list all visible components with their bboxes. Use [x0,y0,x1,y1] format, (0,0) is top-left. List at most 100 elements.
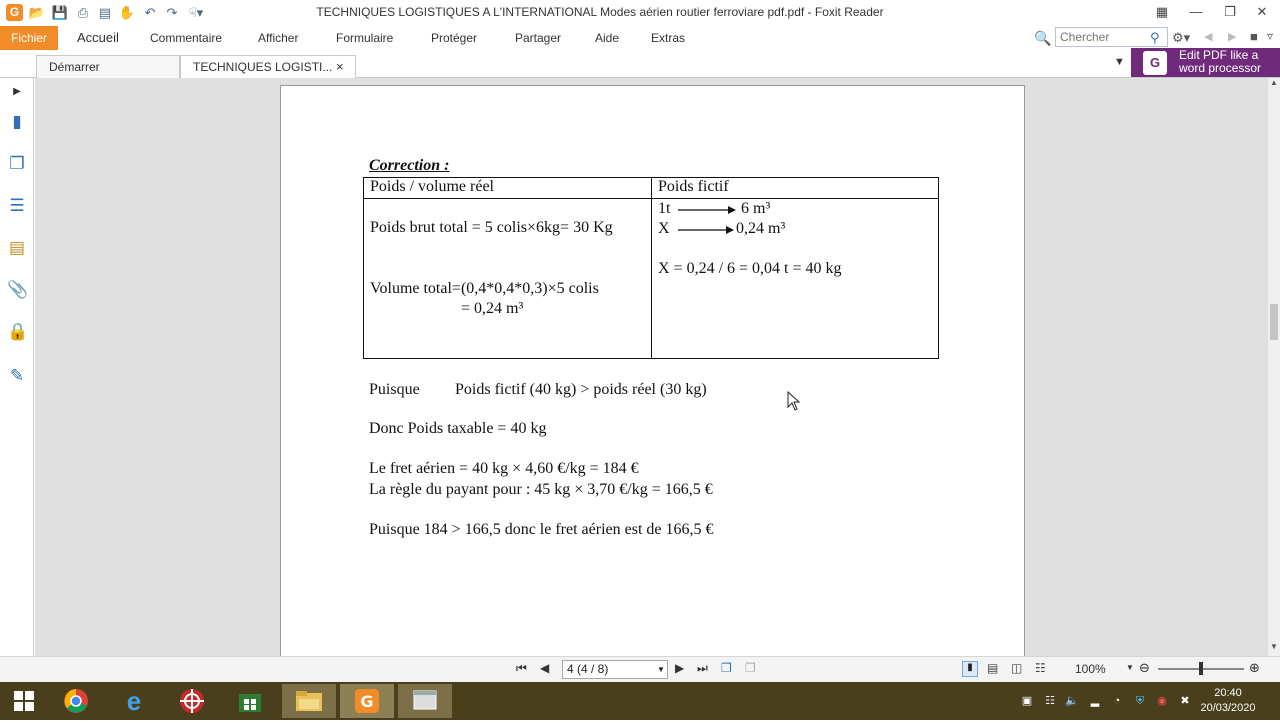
page-number-value: 4 (4 / 8) [567,662,609,676]
store-icon[interactable] [223,684,277,718]
ratio-right-2: 0,24 m³ [736,220,786,237]
tab-demarrer[interactable]: Démarrer [36,55,180,78]
first-page-icon[interactable]: ⏮ [516,661,527,676]
poids-fictif-calc: X = 0,24 / 6 = 0,04 t = 40 kg [658,260,842,277]
poids-taxable-line: Donc Poids taxable = 40 kg [369,420,547,437]
user-icon[interactable]: ■ [1250,29,1264,45]
header-poids-fictif: Poids fictif [651,177,939,199]
ribbon-display-options-icon[interactable]: ▦ [1148,2,1176,22]
security-shield-icon[interactable]: ⛨ [1133,694,1147,708]
internet-explorer-icon[interactable]: e [107,684,161,718]
fret-aerien-line: Le fret aérien = 40 kg × 4,60 €/kg = 184… [369,460,639,477]
close-tab-icon[interactable]: × [336,56,344,78]
tab-formulaire[interactable]: Formulaire [336,26,393,50]
expand-panel-icon[interactable]: ▶ [7,82,27,102]
mouse-cursor-icon [787,391,801,411]
next-view-icon[interactable]: ❐ [745,661,756,675]
tab-afficher[interactable]: Afficher [258,26,298,50]
vertical-scrollbar[interactable]: ▲ ▼ [1267,78,1280,656]
last-page-icon[interactable]: ⏭ [697,661,708,676]
facing-pages-icon[interactable]: ◫ [1011,661,1022,675]
layers-icon[interactable]: ☰ [7,196,27,216]
cell-poids-reel: Poids brut total = 5 colis×6kg= 30 Kg Vo… [363,198,652,359]
page-number-field[interactable]: 4 (4 / 8) ▼ [562,660,668,679]
tab-extras[interactable]: Extras [651,26,685,50]
ribbon-tabs: Fichier Accueil Commentaire Afficher For… [0,26,1280,50]
network-signal-icon[interactable]: ▂ [1088,694,1102,708]
chevron-down-icon[interactable]: ▼ [657,661,665,678]
arrow-icon [678,206,736,214]
settings-icon[interactable]: ⚙▾ [1172,30,1194,46]
bookmark-icon[interactable]: ▮ [7,112,27,132]
navigation-panel: ▶ ▮ ❐ ☰ ▤ 📎 🔒 ✎ [0,78,34,656]
clock-time[interactable]: 20:40 [1206,687,1250,699]
zoom-out-icon[interactable]: ⊖ [1139,660,1150,676]
search-icon[interactable]: ⚲ [1150,30,1166,46]
next-icon[interactable]: ▶ [1228,30,1240,46]
tab-fichier[interactable]: Fichier [0,26,58,50]
tab-aide[interactable]: Aide [595,26,619,50]
continuous-facing-icon[interactable]: ☷ [1035,661,1046,675]
zoom-level[interactable]: 100% [1075,662,1106,676]
attachment-icon[interactable]: 📎 [7,280,28,300]
tab-commentaire[interactable]: Commentaire [150,26,222,50]
poids-brut-line: Poids brut total = 5 colis×6kg= 30 Kg [370,219,613,236]
previous-view-icon[interactable]: ❐ [721,661,732,675]
phantom-pdf-icon: G [1143,51,1167,75]
antivirus-icon[interactable]: ◉ [1155,694,1169,708]
correction-table: Poids / volume réel Poids fictif Poids b… [363,177,939,359]
ratio-left-1: 1t [658,200,671,217]
foxit-reader-taskbar-icon[interactable]: G [340,684,394,718]
puisque-label: Puisque [369,381,420,398]
tab-label: TECHNIQUES LOGISTI... [193,60,333,74]
tray-app-icon[interactable]: ▣ [1020,694,1034,708]
app-window-icon[interactable] [398,684,452,718]
signature-icon[interactable]: ✎ [7,366,27,386]
tray-hardware-icon[interactable]: ☷ [1043,694,1057,708]
comments-icon[interactable]: ▤ [7,238,27,258]
chrome-icon[interactable] [49,684,103,718]
zoom-in-icon[interactable]: ⊕ [1249,660,1260,676]
arrow-icon [678,226,734,234]
tab-list-dropdown-icon[interactable]: ▼ [1114,56,1125,68]
volume-icon[interactable]: 🔈 [1065,694,1079,708]
next-page-icon[interactable]: ▶ [675,661,684,675]
tab-accueil[interactable]: Accueil [77,26,119,50]
tab-partager[interactable]: Partager [515,26,561,50]
promo-banner[interactable]: G Edit PDF like a word processor [1131,48,1280,77]
volume-result-line: = 0,24 m³ [461,300,524,317]
scroll-thumb[interactable] [1270,304,1278,340]
security-lock-icon[interactable]: 🔒 [7,322,28,342]
continuous-page-icon[interactable]: ▤ [987,661,998,675]
scroll-up-icon[interactable]: ▲ [1270,78,1278,87]
network-status-icon[interactable]: ✖ [1178,694,1192,708]
correction-title: Correction : [369,157,450,174]
zoom-slider-handle[interactable] [1199,662,1203,675]
close-button[interactable]: ✕ [1248,2,1276,22]
minimize-button[interactable]: — [1182,2,1210,22]
document-tab-bar: Démarrer TECHNIQUES LOGISTI... × ▼ [0,50,1280,78]
file-explorer-icon[interactable] [282,684,336,718]
svg-text:G: G [360,692,373,711]
previous-page-icon[interactable]: ◀ [540,661,549,675]
window-title: TECHNIQUES LOGISTIQUES A L'INTERNATIONAL… [316,5,884,19]
single-page-icon[interactable]: ▮ [962,661,978,677]
document-viewport[interactable]: Correction : Poids / volume réel Poids f… [35,78,1267,656]
expand-icon[interactable]: ▿ [1267,29,1279,45]
clock-date[interactable]: 20/03/2020 [1200,702,1256,714]
wifi-icon[interactable]: ◔ [1110,694,1124,708]
volume-total-line: Volume total=(0,4*0,4*0,3)×5 colis [370,280,599,297]
pages-icon[interactable]: ❐ [7,154,27,174]
pdf-page: Correction : Poids / volume réel Poids f… [280,85,1025,656]
windows-start-icon[interactable] [0,684,48,718]
scroll-down-icon[interactable]: ▼ [1270,642,1278,651]
tab-document[interactable]: TECHNIQUES LOGISTI... × [180,55,356,78]
status-bar: ⏮ ◀ 4 (4 / 8) ▼ ▶ ⏭ ❐ ❐ ▮ ▤ ◫ ☷ 100% ▼ ⊖… [0,656,1280,682]
network-app-icon[interactable] [165,684,219,718]
previous-icon[interactable]: ◀ [1204,30,1216,46]
tab-proteger[interactable]: Protéger [431,26,477,50]
restore-button[interactable]: ❐ [1216,2,1244,22]
ratio-left-2: X [658,220,670,237]
find-folder-icon[interactable]: 🔍 [1034,29,1052,47]
zoom-dropdown-icon[interactable]: ▼ [1126,663,1134,672]
